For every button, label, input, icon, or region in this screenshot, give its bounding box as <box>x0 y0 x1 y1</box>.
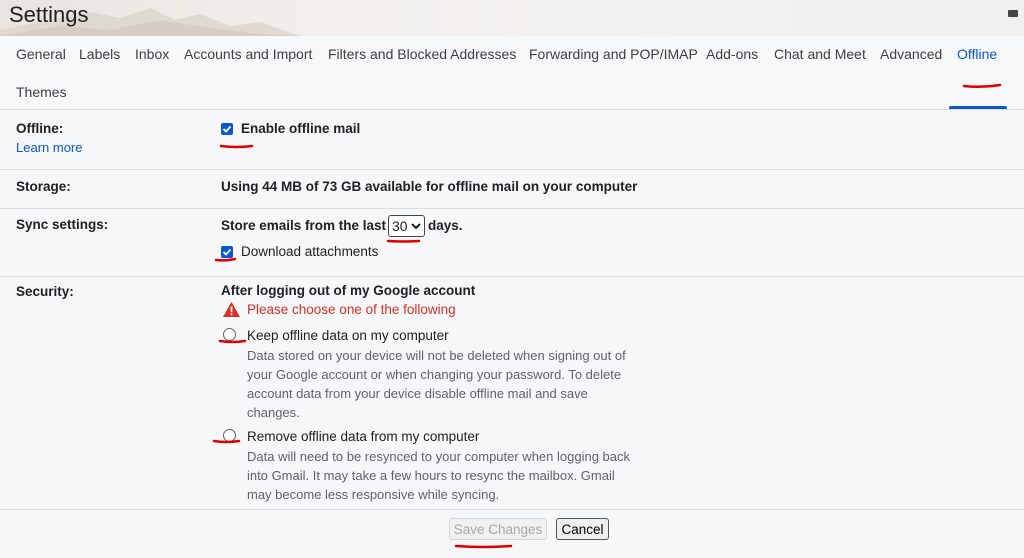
warning-message: Please choose one of the following <box>247 302 456 317</box>
annotation-underline <box>386 239 421 243</box>
sync-days-select[interactable]: 30 <box>388 215 425 237</box>
tab-forwarding-pop-imap[interactable]: Forwarding and POP/IMAP <box>529 46 698 62</box>
tab-themes[interactable]: Themes <box>16 84 67 100</box>
save-changes-button[interactable]: Save Changes <box>449 518 547 540</box>
tab-advanced[interactable]: Advanced <box>880 46 942 62</box>
offline-label: Offline: <box>16 121 64 136</box>
offline-row: Offline: Learn more Enable offline mail <box>0 110 1024 170</box>
storage-row: Storage: Using 44 MB of 73 GB available … <box>0 170 1024 209</box>
title-bar: Settings <box>0 0 1024 36</box>
annotation-underline <box>454 544 513 549</box>
tab-chat-and-meet[interactable]: Chat and Meet <box>774 46 866 62</box>
keep-offline-data-description: Data stored on your device will not be d… <box>247 348 626 420</box>
annotation-underline <box>212 439 241 444</box>
store-emails-suffix: days. <box>428 218 463 233</box>
enable-offline-label: Enable offline mail <box>241 121 361 136</box>
annotation-underline <box>218 339 247 344</box>
warning-icon <box>223 302 240 317</box>
sync-settings-label: Sync settings: <box>16 217 109 232</box>
checkmark-icon <box>222 125 232 133</box>
chevron-down-icon <box>410 223 421 230</box>
sync-settings-row: Sync settings: Store emails from the las… <box>0 209 1024 277</box>
tab-general[interactable]: General <box>16 46 66 62</box>
storage-usage-text: Using 44 MB of 73 GB available for offli… <box>221 179 638 194</box>
mountain-background <box>0 8 300 36</box>
remove-offline-data-description: Data will need to be resynced to your co… <box>247 449 630 502</box>
annotation-underline <box>962 83 1002 89</box>
active-tab-indicator <box>949 106 1007 109</box>
learn-more-link[interactable]: Learn more <box>16 140 82 155</box>
security-label: Security: <box>16 284 74 299</box>
sync-days-value: 30 <box>392 218 408 234</box>
page-title: Settings <box>9 2 89 27</box>
settings-tabs: General Labels Inbox Accounts and Import… <box>0 36 1024 110</box>
download-attachments-label: Download attachments <box>241 244 379 259</box>
enable-offline-checkbox[interactable] <box>221 123 233 135</box>
tab-filters-and-blocked-addresses[interactable]: Filters and Blocked Addresses <box>328 46 516 62</box>
cancel-button[interactable]: Cancel <box>556 518 609 540</box>
keep-offline-data-label: Keep offline data on my computer <box>247 328 449 343</box>
annotation-underline <box>214 257 237 262</box>
tab-inbox[interactable]: Inbox <box>135 46 169 62</box>
keyboard-icon[interactable] <box>1008 10 1018 17</box>
storage-label: Storage: <box>16 179 71 194</box>
store-emails-prefix: Store emails from the last <box>221 218 387 233</box>
remove-offline-data-label: Remove offline data from my computer <box>247 429 480 444</box>
tab-accounts-and-import[interactable]: Accounts and Import <box>184 46 312 62</box>
security-heading: After logging out of my Google account <box>221 283 476 298</box>
tab-labels[interactable]: Labels <box>79 46 120 62</box>
tab-add-ons[interactable]: Add-ons <box>706 46 758 62</box>
security-row: Security: After logging out of my Google… <box>0 277 1024 510</box>
annotation-underline <box>219 144 254 149</box>
tab-offline[interactable]: Offline <box>957 46 997 62</box>
